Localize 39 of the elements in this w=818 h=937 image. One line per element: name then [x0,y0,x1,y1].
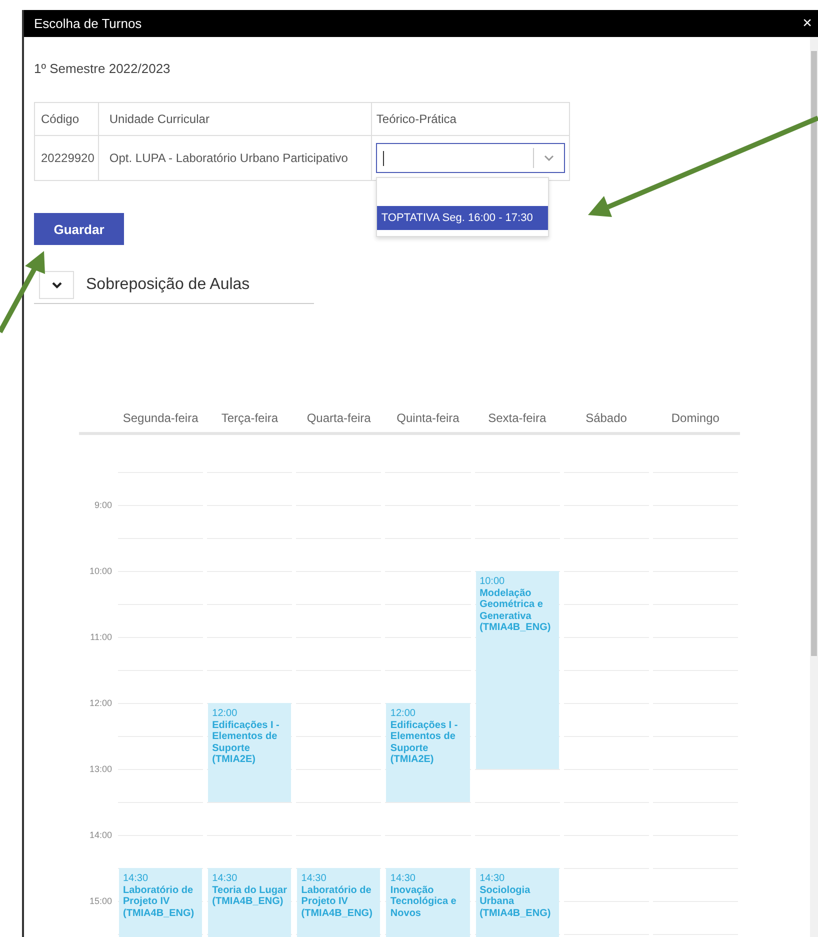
class-event[interactable]: 14:30 Laboratório de Projeto IV (TMIA4B_ENG) [119,868,202,937]
class-event[interactable]: 12:00 Edificações I - Elementos de Suporte (TMIA2E) [208,703,292,802]
time-label: 9:00 [94,500,112,510]
column-header: Unidade Curricular [98,102,372,136]
day-header: Sábado [584,411,628,425]
section-title: Sobreposição de Aulas [86,276,250,294]
collapse-toggle[interactable] [39,271,74,299]
time-label: 15:00 [89,896,112,906]
time-label: 12:00 [89,698,112,708]
class-event[interactable]: 14:30 Teoria do Lugar (TMIA4B_ENG) [208,868,292,937]
table-cell: 20229920 [34,136,99,180]
chevron-down-icon [52,282,62,288]
column-header: Código [34,102,99,136]
time-label: 11:00 [90,632,112,642]
window-title: Escolha de Turnos [34,16,142,31]
table-cell: Opt. LUPA - Laboratório Urbano Participativo [98,136,372,180]
day-header: Segunda-feira [122,411,200,425]
class-event[interactable]: 14:30 Laboratório de Projeto IV (TMIA4B_ENG) [297,868,380,937]
shift-dropdown[interactable] [376,143,566,173]
time-label: 10:00 [89,566,112,576]
class-event[interactable]: 14:30 Sociologia Urbana (TMIA4B_ENG) [476,868,559,937]
text-cursor [383,150,384,166]
day-header: Domingo [670,411,720,425]
day-header: Quinta-feira [396,411,460,425]
column-header: Teórico-Prática [372,102,570,136]
save-button[interactable]: Guardar [34,213,124,245]
time-label: 13:00 [89,764,112,774]
time-label: 14:00 [89,830,112,840]
day-header: Sexta-feira [487,411,548,425]
class-event[interactable]: 10:00 Modelação Geométrica e Generativa (TMIA4B_ENG) [476,571,559,769]
dropdown-option[interactable]: TOPTATIVA Seg. 16:00 - 17:30 [377,206,548,230]
close-button[interactable]: × [802,14,812,32]
chevron-down-icon [544,155,554,161]
scrollbar[interactable] [810,37,818,937]
day-header: Terça-feira [220,411,280,425]
day-header: Quarta-feira [306,411,372,425]
class-event[interactable]: 12:00 Edificações I - Elementos de Suporte (TMIA2E) [386,703,470,802]
class-event[interactable]: 14:30 Inovação Tecnológica e Novos [386,868,470,937]
semester-label: 1º Semestre 2022/2023 [34,61,172,76]
